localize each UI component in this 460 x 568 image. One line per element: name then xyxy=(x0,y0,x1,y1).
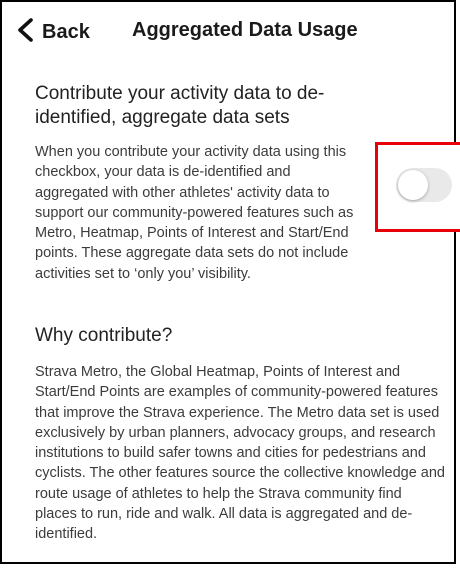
chevron-left-icon xyxy=(16,17,36,47)
back-label: Back xyxy=(42,20,90,43)
why-heading: Why contribute? xyxy=(35,325,173,346)
toggle-highlight-box xyxy=(375,142,460,232)
contribute-toggle[interactable] xyxy=(396,168,452,202)
toggle-knob xyxy=(398,170,428,200)
header-bar: Back Aggregated Data Usage xyxy=(2,2,458,60)
contribute-heading: Contribute your activity data to de-iden… xyxy=(35,83,325,128)
back-button[interactable]: Back xyxy=(16,16,90,48)
screen-frame: Back Aggregated Data Usage Contribute yo… xyxy=(0,0,460,564)
contribute-section: Contribute your activity data to de-iden… xyxy=(35,82,365,284)
page-title: Aggregated Data Usage xyxy=(132,19,358,41)
why-section: Why contribute? Strava Metro, the Global… xyxy=(35,324,445,545)
why-description: Strava Metro, the Global Heatmap, Points… xyxy=(35,364,445,543)
contribute-description: When you contribute your activity data u… xyxy=(35,144,354,282)
